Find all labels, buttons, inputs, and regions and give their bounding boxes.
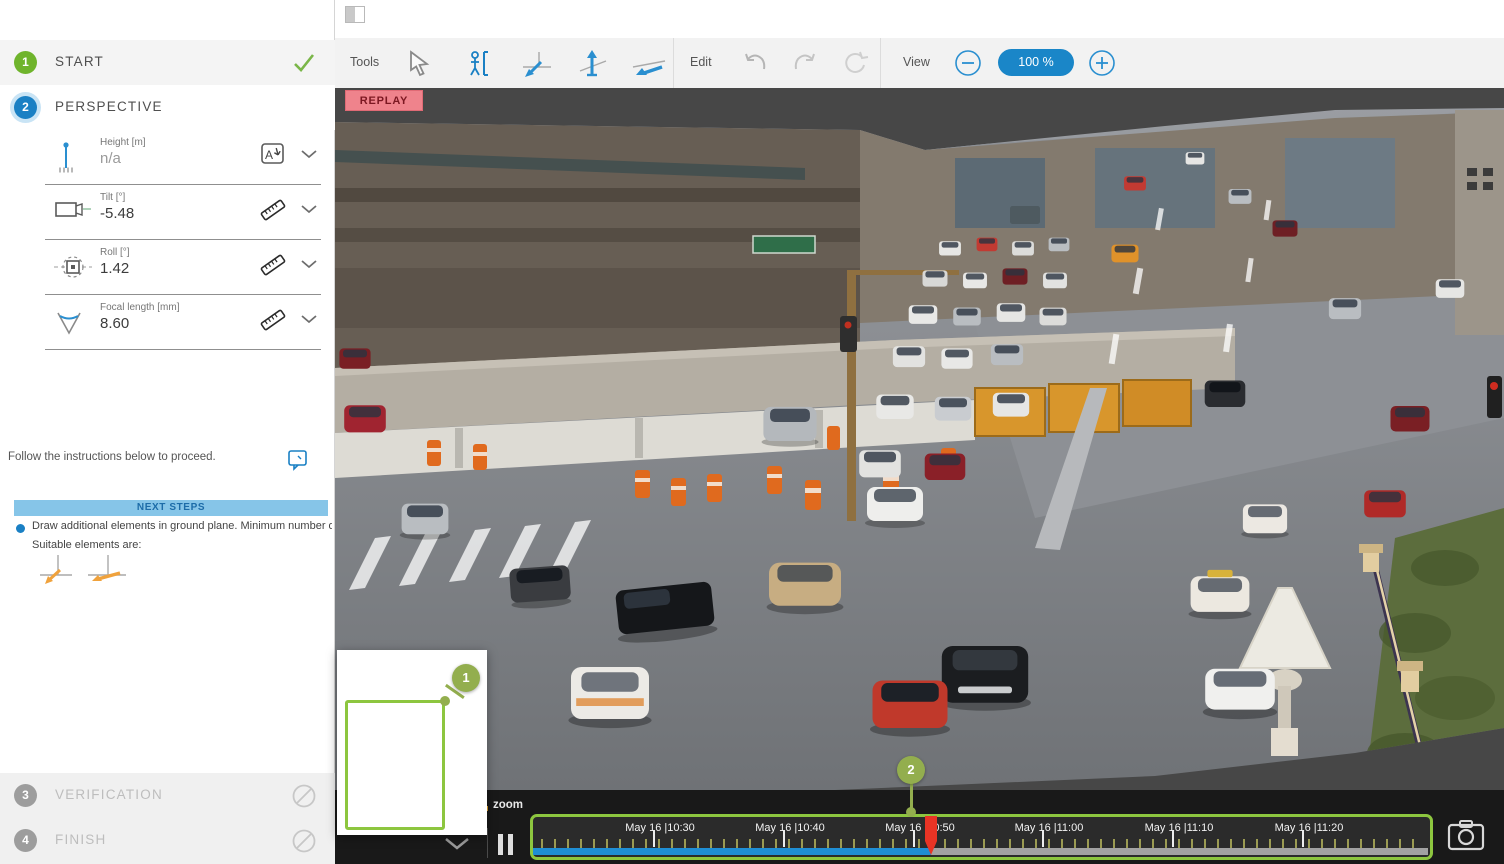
snapshot-camera-icon[interactable]: [1447, 819, 1487, 851]
traffic-video-frame: [335, 88, 1504, 790]
chevron-down-icon[interactable]: [299, 203, 319, 215]
view-label: View: [903, 55, 930, 69]
reset-icon[interactable]: [840, 49, 870, 77]
person-height-tool-icon[interactable]: [465, 49, 493, 77]
height-icon: [53, 140, 91, 174]
redo-icon[interactable]: [790, 49, 820, 77]
timeline-tick-label: May 16 |10:40: [755, 822, 825, 834]
annotation-callout-2: 2: [897, 756, 925, 784]
step-3-badge: 3: [14, 784, 37, 807]
ruler-icon[interactable]: [259, 307, 287, 333]
timeline-bar: zoom May 16 |10:30 May 16 |10:40 May 16 …: [335, 790, 1504, 864]
field-label: Roll [°]: [100, 247, 130, 258]
step-2-label: PERSPECTIVE: [55, 99, 163, 114]
app-window: DINION 7100i IR 1 START 2 PERSPECTIVE He…: [0, 0, 1504, 864]
disabled-icon: [291, 828, 317, 854]
timeline-tick-label: May 16 |10:30: [625, 822, 695, 834]
undo-icon[interactable]: [740, 49, 770, 77]
field-height: Height [m] n/a A: [45, 130, 321, 185]
collapse-chevron-icon[interactable]: [443, 836, 471, 851]
bullet-icon: [16, 524, 25, 533]
field-focal-length: Focal length [mm] 8.60: [45, 295, 321, 350]
future-range-bar: [931, 848, 1428, 855]
step-1-badge: 1: [14, 51, 37, 74]
check-icon: [291, 50, 317, 76]
step-4-label: FINISH: [55, 832, 106, 847]
field-value[interactable]: 8.60: [100, 315, 129, 332]
field-label: Height [m]: [100, 137, 146, 148]
svg-text:A: A: [265, 148, 273, 162]
step-finish[interactable]: 4 FINISH: [0, 818, 335, 864]
field-label: Tilt [°]: [100, 192, 125, 203]
auto-icon[interactable]: A: [261, 142, 287, 166]
timeline-tick-label: May 16 |11:00: [1015, 822, 1084, 834]
timeline-tick-label: May 16 |10:50: [885, 822, 955, 834]
vertical-line-tool-icon[interactable]: [575, 49, 609, 77]
step-perspective[interactable]: 2 PERSPECTIVE: [0, 85, 335, 130]
ground-line-tool-icon[interactable]: [520, 49, 554, 77]
timeline-zoom-label: zoom: [493, 799, 523, 811]
divider: [487, 828, 488, 858]
minor-ticks: [541, 839, 1422, 848]
callout-2-connector: [910, 783, 913, 810]
zoom-level-value[interactable]: 100 %: [998, 49, 1074, 76]
callout-1-anchor-dot: [440, 696, 450, 706]
step-start[interactable]: 1 START: [0, 40, 335, 85]
zoom-out-icon[interactable]: [953, 49, 983, 79]
instructions-text: Follow the instructions below to proceed…: [8, 451, 268, 463]
step-1-label: START: [55, 54, 104, 69]
ground-line-element-icon: [36, 551, 78, 585]
disabled-icon: [291, 783, 317, 809]
field-roll: Roll [°] 1.42: [45, 240, 321, 295]
tilt-icon: [53, 195, 93, 229]
timeline-track[interactable]: May 16 |10:30 May 16 |10:40 May 16 |10:5…: [530, 814, 1433, 860]
timeline-tick-label: May 16 |11:20: [1275, 822, 1344, 834]
chevron-down-icon[interactable]: [299, 148, 319, 160]
calibration-sidebar: 1 START 2 PERSPECTIVE Height [m] n/a A: [0, 0, 335, 864]
step-3-label: VERIFICATION: [55, 787, 163, 802]
video-toolbar: Tools Edit: [335, 38, 1504, 88]
field-value[interactable]: 1.42: [100, 260, 129, 277]
next-steps-item: Draw additional elements in ground plane…: [32, 520, 332, 532]
cursor-tool-icon[interactable]: [405, 49, 433, 77]
field-label: Focal length [mm]: [100, 302, 179, 313]
chevron-down-icon[interactable]: [299, 313, 319, 325]
field-value[interactable]: n/a: [100, 150, 121, 167]
zoom-in-icon[interactable]: [1087, 49, 1117, 79]
field-value[interactable]: -5.48: [100, 205, 134, 222]
edit-label: Edit: [690, 55, 712, 69]
annotation-callout-1: 1: [452, 664, 480, 692]
ground-plane-element-icon: [84, 551, 130, 585]
video-viewport[interactable]: REPLAY: [335, 88, 1504, 790]
focal-length-icon: [53, 305, 91, 339]
panel-toggle-icon[interactable]: [345, 6, 365, 23]
ruler-icon[interactable]: [259, 252, 287, 278]
ground-plane-tool-icon[interactable]: [630, 49, 668, 77]
timeline-tick-label: May 16 |11:10: [1145, 822, 1214, 834]
field-tilt: Tilt [°] -5.48: [45, 185, 321, 240]
pause-button[interactable]: [498, 834, 516, 855]
step-2-badge: 2: [14, 96, 37, 119]
chevron-down-icon[interactable]: [299, 258, 319, 270]
tools-label: Tools: [350, 55, 379, 69]
replay-mode-badge: REPLAY: [345, 90, 423, 111]
callout-2-anchor-dot: [906, 807, 916, 817]
step-4-badge: 4: [14, 829, 37, 852]
recorded-range-bar: [533, 848, 931, 855]
next-steps-banner: NEXT STEPS: [14, 500, 328, 516]
roll-icon: [53, 250, 93, 284]
note-icon[interactable]: [286, 448, 310, 472]
suitable-elements-label: Suitable elements are:: [32, 539, 141, 551]
playhead-marker[interactable]: [924, 816, 938, 856]
ruler-icon[interactable]: [259, 197, 287, 223]
step-verification[interactable]: 3 VERIFICATION: [0, 773, 335, 818]
